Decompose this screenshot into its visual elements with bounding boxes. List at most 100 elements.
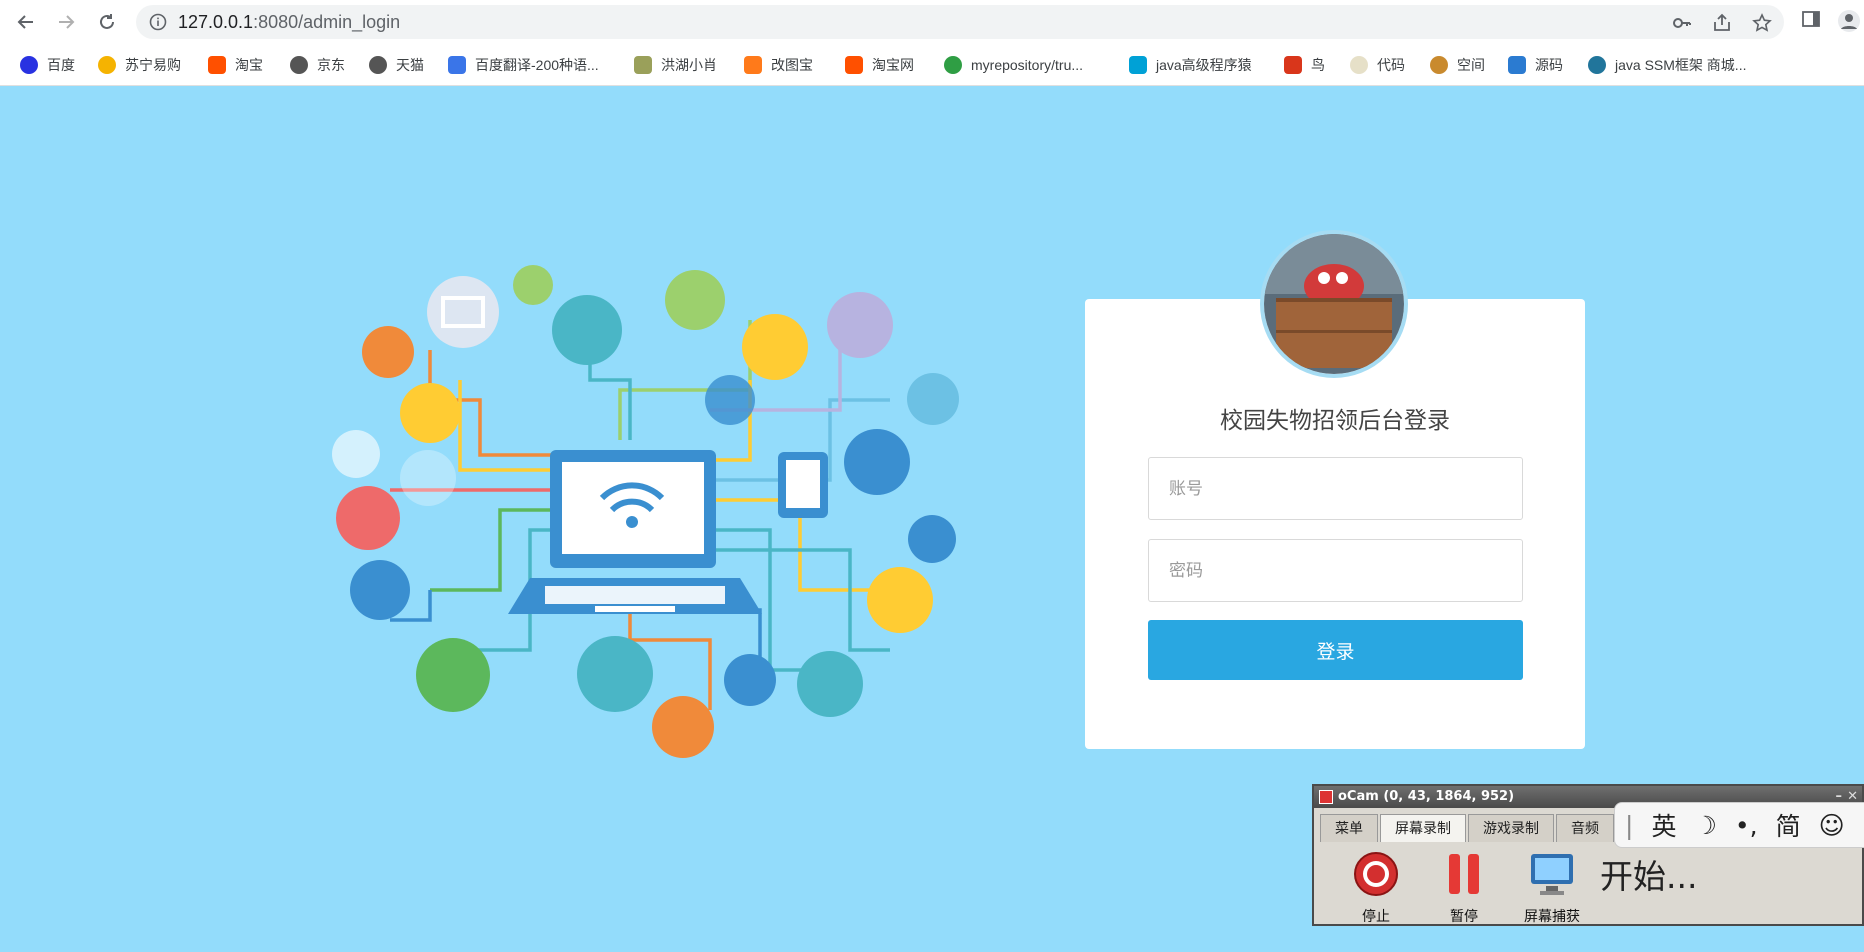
- power-icon: [513, 265, 553, 305]
- bookmark-label: 京东: [317, 57, 345, 73]
- ocam-tabs: 菜单 屏幕录制 游戏录制 音频: [1320, 814, 1616, 842]
- camera-icon: [867, 567, 933, 633]
- bookmark-item[interactable]: 天猫: [369, 54, 424, 76]
- back-icon[interactable]: [12, 8, 40, 36]
- ime-toolbar[interactable]: | 英 ☽ •, 简 ☺: [1614, 802, 1864, 848]
- bookmark-label: 源码: [1535, 57, 1563, 73]
- broadcast-icon: [844, 429, 910, 495]
- bookmark-star-icon[interactable]: [1752, 13, 1772, 33]
- bilibili-icon: [1129, 56, 1147, 74]
- phone-icon: [827, 292, 893, 358]
- screen-capture-label: 屏幕捕获: [1524, 909, 1580, 925]
- monitor-icon: [1531, 854, 1573, 895]
- password-field[interactable]: [1148, 539, 1523, 602]
- reload-icon[interactable]: [93, 8, 121, 36]
- bookmark-item[interactable]: 洪湖小肖: [634, 54, 717, 76]
- forward-icon[interactable]: [52, 8, 80, 36]
- bookmark-label: 淘宝网: [872, 57, 914, 73]
- suning-icon: [98, 56, 116, 74]
- bookmark-item[interactable]: 空间: [1430, 54, 1485, 76]
- bookmark-item[interactable]: 淘宝网: [845, 54, 914, 76]
- baidu-translate-icon: [448, 56, 466, 74]
- login-button[interactable]: 登录: [1148, 620, 1523, 680]
- address-bar[interactable]: 127.0.0.1:8080/admin_login: [136, 5, 1784, 39]
- document-icon: [665, 270, 725, 330]
- ime-drag-handle[interactable]: |: [1625, 811, 1633, 840]
- bookmark-item[interactable]: 百度: [20, 54, 75, 76]
- url-host: 127.0.0.1: [178, 12, 254, 32]
- globe-icon: [290, 56, 308, 74]
- camera-icon: [552, 295, 622, 365]
- bookmark-label: 天猫: [396, 57, 424, 73]
- monitor-wifi-icon: [416, 638, 490, 712]
- code-icon: [1350, 56, 1368, 74]
- taobao-icon: [208, 56, 226, 74]
- tab-audio[interactable]: 音频: [1556, 814, 1614, 842]
- bird-icon: [1284, 56, 1302, 74]
- microphone-icon: [797, 651, 863, 717]
- user-icon: [652, 696, 714, 758]
- pause-label: 暂停: [1450, 909, 1478, 925]
- ime-language-toggle[interactable]: 英: [1651, 807, 1676, 843]
- password-input[interactable]: [1149, 540, 1522, 601]
- gaitubao-icon: [744, 56, 762, 74]
- bookmark-item[interactable]: 鸟: [1284, 54, 1325, 76]
- bookmark-label: 鸟: [1311, 57, 1325, 73]
- screen-capture-button[interactable]: 屏幕捕获: [1520, 850, 1584, 926]
- globe-icon: [369, 56, 387, 74]
- bookmark-item[interactable]: 代码: [1350, 54, 1405, 76]
- pause-button[interactable]: 暂停: [1432, 850, 1496, 926]
- bookmark-label: 改图宝: [771, 57, 813, 73]
- bookmark-item[interactable]: myrepository/tru...: [944, 54, 1083, 76]
- stop-label: 停止: [1362, 909, 1390, 925]
- lock-icon: [336, 486, 400, 550]
- bookmark-label: java高级程序猿: [1156, 57, 1252, 73]
- ocam-title: oCam (0, 43, 1864, 952): [1338, 789, 1515, 804]
- mail-icon: [907, 373, 959, 425]
- moon-icon[interactable]: ☽: [1694, 811, 1716, 840]
- profile-avatar-icon[interactable]: [1836, 9, 1862, 35]
- url-text: 127.0.0.1:8080/admin_login: [178, 11, 400, 33]
- emoji-icon[interactable]: ☺: [1819, 811, 1845, 840]
- taobao-icon: [845, 56, 863, 74]
- network-illustration: [332, 265, 959, 758]
- headset-icon: [400, 450, 456, 506]
- share-icon[interactable]: [1712, 13, 1732, 33]
- bookmark-item[interactable]: 百度翻译-200种语...: [448, 54, 599, 76]
- punctuation-icon[interactable]: •,: [1735, 811, 1758, 840]
- bookmark-label: 洪湖小肖: [661, 57, 717, 73]
- bookmark-label: 空间: [1457, 57, 1485, 73]
- avatar: [1260, 230, 1408, 378]
- ocam-logo-icon: [1319, 790, 1333, 804]
- bookmark-label: myrepository/tru...: [971, 57, 1084, 73]
- bookmark-item[interactable]: 苏宁易购: [98, 54, 181, 76]
- browser-toolbar: 127.0.0.1:8080/admin_login: [0, 0, 1864, 44]
- bookmark-item[interactable]: java SSM框架 商城...: [1588, 54, 1746, 76]
- key-icon[interactable]: [1672, 13, 1692, 33]
- tab-menu[interactable]: 菜单: [1320, 814, 1378, 842]
- laptop-icon: [508, 450, 762, 614]
- feather-icon: [634, 56, 652, 74]
- bookmark-item[interactable]: 源码: [1508, 54, 1563, 76]
- hourglass-icon: [400, 383, 460, 443]
- bookmark-item[interactable]: java高级程序猿: [1129, 54, 1252, 76]
- bookmark-label: 百度翻译-200种语...: [475, 57, 599, 73]
- repository-icon: [944, 56, 962, 74]
- folder-icon: [742, 314, 808, 380]
- baidu-icon: [20, 56, 38, 74]
- site-info-icon[interactable]: [148, 12, 168, 32]
- laptop-small-icon: [577, 636, 653, 712]
- username-input[interactable]: [1149, 458, 1522, 519]
- bookmark-item[interactable]: 京东: [290, 54, 345, 76]
- ime-simplified-toggle[interactable]: 简: [1776, 807, 1801, 843]
- page-title: 校园失物招领后台登录: [1220, 408, 1450, 434]
- tab-game-record[interactable]: 游戏录制: [1468, 814, 1554, 842]
- bookmark-item[interactable]: 淘宝: [208, 54, 263, 76]
- bookmark-item[interactable]: 改图宝: [744, 54, 813, 76]
- username-field[interactable]: [1148, 457, 1523, 520]
- wordpress-icon: [1588, 56, 1606, 74]
- pause-icon: [1449, 854, 1479, 894]
- stop-button[interactable]: 停止: [1344, 850, 1408, 926]
- tab-screen-record[interactable]: 屏幕录制: [1380, 814, 1466, 842]
- side-panel-icon[interactable]: [1798, 9, 1824, 35]
